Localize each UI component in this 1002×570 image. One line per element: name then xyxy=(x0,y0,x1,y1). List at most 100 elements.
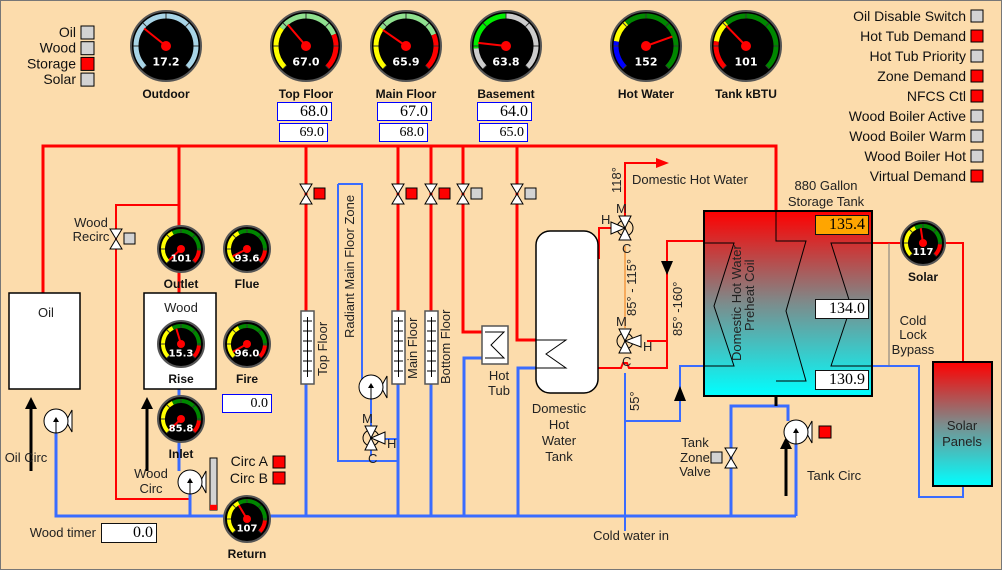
return-gauge: 107 Return xyxy=(223,495,271,561)
source-indicator xyxy=(80,56,95,71)
hot-water-gauge: 152 Hot Water xyxy=(610,10,682,101)
status-indicator xyxy=(970,9,984,23)
port-label-h: H xyxy=(601,212,610,227)
dhw-zone-valve[interactable] xyxy=(510,183,537,205)
status-legend-label: NFCS Ctl xyxy=(907,88,966,104)
gauge-label: Solar xyxy=(908,270,938,284)
source-legend-label: Storage xyxy=(27,55,76,71)
main-floor-setpoint[interactable]: 67.0 xyxy=(377,102,432,121)
valve-status-indicator xyxy=(438,187,451,200)
tank-zone-valve[interactable] xyxy=(710,447,738,469)
tank-circ-label: Tank Circ xyxy=(807,468,862,483)
outdoor-gauge: 17.2 Outdoor xyxy=(130,10,202,101)
source-legend-label: Oil xyxy=(59,24,76,40)
wood-timer-bar xyxy=(209,457,218,511)
gauge-value: 65.9 xyxy=(392,55,419,68)
bottom-floor-zone-valve[interactable] xyxy=(424,183,451,205)
outlet-gauge: 101 Outlet xyxy=(157,225,205,291)
status-legend-label: Wood Boiler Warm xyxy=(849,128,966,144)
wood-timer-label: Wood timer xyxy=(30,525,97,540)
wood-recirc-valve[interactable] xyxy=(109,228,136,250)
temp-55-label: 55° xyxy=(627,391,642,411)
gauge-value: 15.3 xyxy=(169,349,194,360)
cold-lock-label-1: Cold xyxy=(900,313,927,328)
gauge-label: Rise xyxy=(168,372,194,386)
tank-top-temp: 135.4 xyxy=(815,215,869,235)
status-indicator xyxy=(970,169,984,183)
basement-gauge: 63.8 Basement xyxy=(470,10,542,101)
oil-circ-pump[interactable] xyxy=(43,408,73,434)
radiant-mixing-valve[interactable]: MHC xyxy=(362,411,396,466)
dhw-tank-label-3: Water xyxy=(542,433,577,448)
tank-zone-label-2: Zone xyxy=(680,450,710,465)
tank-middle-temp: 134.0 xyxy=(815,299,869,319)
preheat-mixing-valve[interactable]: MHC xyxy=(616,314,652,369)
valve-status-indicator xyxy=(524,187,537,200)
status-legend-label: Virtual Demand xyxy=(870,168,966,184)
valve-status-indicator xyxy=(313,187,326,200)
domestic-hot-water-label: Domestic Hot Water xyxy=(632,172,748,187)
gauge-value: 85.8 xyxy=(169,424,194,435)
status-indicator xyxy=(970,109,984,123)
gauge-label: Outlet xyxy=(164,277,199,291)
basement-high-limit[interactable]: 65.0 xyxy=(479,123,528,142)
solar-panels-label-2: Panels xyxy=(942,434,982,449)
solar-panels-label-1: Solar xyxy=(947,418,978,433)
gauge-label: Outdoor xyxy=(142,87,190,101)
hot-tub-zone-valve[interactable] xyxy=(456,183,483,205)
status-legend-label: Zone Demand xyxy=(877,68,966,84)
tank-zone-label-3: Valve xyxy=(679,464,711,479)
piping-schematic: MHCMHCMHC 17.2Outdoor67.0Top Floor65.9Ma… xyxy=(5,8,993,561)
top-floor-setpoint[interactable]: 68.0 xyxy=(277,102,332,121)
flow-up-arrow-icon xyxy=(674,386,686,401)
status-indicator xyxy=(970,29,984,43)
oil-boiler-label: Oil xyxy=(38,305,54,320)
gauge-value: 117 xyxy=(913,247,934,258)
gauge-value: 101 xyxy=(735,55,758,68)
gauge-label: Main Floor xyxy=(376,87,437,101)
status-indicator xyxy=(970,49,984,63)
pump-status-indicator xyxy=(818,425,832,439)
cold-lock-label-3: Bypass xyxy=(892,342,935,357)
bottom-floor-radiator-label: Bottom Floor xyxy=(438,309,453,384)
port-label-c: C xyxy=(368,451,377,466)
valve-status-indicator xyxy=(710,451,723,464)
main-floor-high-limit[interactable]: 68.0 xyxy=(379,123,428,142)
port-label-c: C xyxy=(622,354,631,369)
tank-circ-pump[interactable] xyxy=(783,419,832,445)
valve-status-indicator xyxy=(470,187,483,200)
gauge-value: 17.2 xyxy=(152,55,179,68)
storage-tank-title-1: 880 Gallon xyxy=(795,178,858,193)
wood-circ-label-2: Circ xyxy=(139,481,163,496)
arrowheads xyxy=(25,397,792,449)
source-legend-label: Solar xyxy=(43,71,76,87)
storage-tank-title-2: Storage Tank xyxy=(788,194,865,209)
gauge-label: Inlet xyxy=(169,447,194,461)
top-floor-high-limit[interactable]: 69.0 xyxy=(279,123,328,142)
hot-tub-label-2: Tub xyxy=(488,383,510,398)
gauge-label: Basement xyxy=(477,87,534,101)
cold-water-in-label: Cold water in xyxy=(593,528,669,543)
status-legend-label: Hot Tub Demand xyxy=(860,28,966,44)
main-floor-radiator xyxy=(391,310,406,385)
wood-recirc-label-2: Recirc xyxy=(73,229,110,244)
gauge-value: 67.0 xyxy=(292,55,319,68)
source-indicator xyxy=(80,25,95,40)
circ-b-label: Circ B xyxy=(230,470,268,486)
basement-setpoint[interactable]: 64.0 xyxy=(477,102,532,121)
wood-timer-bar-fill xyxy=(210,504,217,510)
valve-status-indicator xyxy=(405,187,418,200)
radiant-pump[interactable] xyxy=(358,374,388,400)
wood-circ-pump[interactable] xyxy=(177,469,207,495)
main-floor-zone-valve[interactable] xyxy=(391,183,418,205)
hot-tub-label-1: Hot xyxy=(489,368,510,383)
source-indicator xyxy=(80,72,95,87)
cold-lock-label-2: Lock xyxy=(899,327,927,342)
gauge-value: 96.0 xyxy=(235,349,260,360)
tank-zone-label-1: Tank xyxy=(681,435,709,450)
fire-gauge: 96.0 Fire xyxy=(223,320,271,386)
wood-circ-label-1: Wood xyxy=(134,466,168,481)
wood-recirc-label-1: Wood xyxy=(74,215,108,230)
gauge-label: Flue xyxy=(235,277,260,291)
top-floor-zone-valve[interactable] xyxy=(299,183,326,205)
